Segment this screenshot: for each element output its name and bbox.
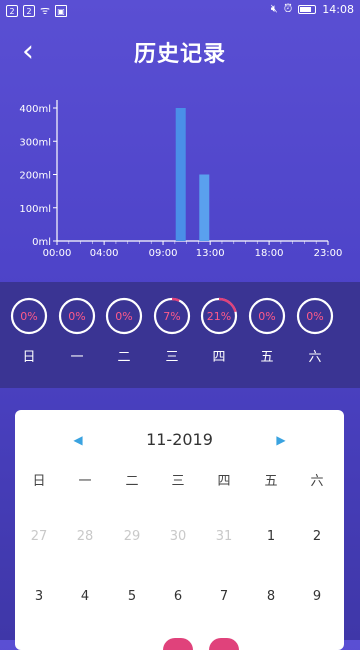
progress-percent: 7%	[163, 310, 180, 323]
weekday-progress-item[interactable]: 0% 一	[54, 296, 100, 365]
calendar-header: ◀ 11-2019 ▶	[15, 428, 344, 452]
progress-percent: 21%	[207, 310, 231, 323]
progress-ring: 0%	[105, 297, 143, 335]
weekday-label: 三	[165, 350, 179, 365]
calendar-week-row: 3456789	[15, 585, 344, 609]
x-tick-label: 23:00	[314, 248, 343, 259]
status-time: 14:08	[322, 2, 354, 16]
calendar-day[interactable]: 29	[112, 525, 152, 549]
weekday-progress-item[interactable]: 0% 五	[244, 296, 290, 365]
calendar-day[interactable]: 8	[251, 585, 291, 609]
y-tick-label: 300ml	[19, 137, 51, 148]
image-icon: ▣	[55, 4, 68, 17]
month-label: 11-2019	[146, 430, 213, 449]
progress-percent: 0%	[306, 310, 323, 323]
calendar-day[interactable]: 31	[204, 525, 244, 549]
weekday-label: 四	[212, 350, 226, 365]
weekday-label: 一	[70, 350, 84, 365]
next-month-button[interactable]: ▶	[273, 432, 289, 448]
calendar: ◀ 11-2019 ▶ 日 一 二 三 四 五 六 27 28 29 30 31 1 2 3456789	[15, 410, 344, 650]
progress-ring: 0%	[58, 297, 96, 335]
weekday-label: 二	[117, 350, 131, 365]
status-left-icons: 2 2 ᯤ ▣	[6, 3, 68, 18]
battery-icon	[298, 4, 317, 14]
weekday-label: 日	[22, 350, 36, 365]
status-right-icons: 🔇︎ ⏰︎ 14:08	[271, 2, 354, 16]
x-tick-label: 04:00	[90, 248, 119, 259]
progress-percent: 0%	[20, 310, 37, 323]
weekday-progress-item[interactable]: 7% 三	[149, 296, 195, 365]
chart-bar	[175, 108, 186, 241]
calendar-day[interactable]: 30	[158, 525, 198, 549]
calendar-weekday: 四	[217, 474, 231, 489]
alarm-icon: ⏰︎	[283, 2, 293, 15]
calendar-day[interactable]: 27	[19, 525, 59, 549]
mute-icon: 🔇︎	[270, 2, 278, 15]
calendar-day[interactable]: 3	[19, 585, 59, 609]
weekday-progress-item[interactable]: 0% 日	[6, 296, 52, 365]
calendar-weekday: 五	[264, 474, 278, 489]
calendar-weekday: 日	[32, 474, 46, 489]
wifi-icon: ᯤ	[40, 4, 51, 17]
y-tick-label: 400ml	[19, 104, 51, 115]
calendar-day[interactable]: 5	[112, 585, 152, 609]
y-tick-label: 200ml	[19, 171, 51, 182]
weekday-progress-item[interactable]: 21% 四	[196, 296, 242, 365]
progress-ring: 0%	[248, 297, 286, 335]
calendar-day[interactable]: 6	[158, 585, 198, 609]
x-tick-label: 13:00	[196, 248, 225, 259]
history-bar-chart: 0ml 100ml 200ml 300ml 400ml 00:00 04:00 09:00 13…	[19, 100, 343, 259]
weekday-row: 日一二三四五六	[15, 470, 344, 494]
calendar-day[interactable]: 2	[297, 525, 337, 549]
calendar-week-row: 27 28 29 30 31 1 2	[15, 525, 344, 549]
x-tick-label: 00:00	[43, 248, 72, 259]
calendar-day[interactable]: 4	[65, 585, 105, 609]
calendar-day[interactable]: 9	[297, 585, 337, 609]
progress-ring: 0%	[10, 297, 48, 335]
progress-percent: 0%	[258, 310, 275, 323]
weekly-progress: 0% 日 0% 一 0% 二 7% 三 21% 四 0% 五 0% 六	[0, 282, 360, 388]
progress-ring: 7%	[153, 297, 191, 335]
status-bar: 2 2 ᯤ ▣ 🔇︎ ⏰︎ 14:08	[0, 0, 360, 20]
x-tick-label: 09:00	[149, 248, 178, 259]
progress-percent: 0%	[115, 310, 132, 323]
calendar-weekday: 六	[310, 474, 324, 489]
calendar-day[interactable]: 7	[204, 585, 244, 609]
header: ‹ 历史记录	[0, 28, 360, 76]
progress-percent: 0%	[68, 310, 85, 323]
x-tick-label: 18:00	[255, 248, 284, 259]
calendar-weekday: 三	[171, 474, 185, 489]
progress-ring: 21%	[200, 297, 238, 335]
calendar-weekday: 一	[78, 474, 92, 489]
weekday-progress-item[interactable]: 0% 六	[292, 296, 338, 365]
calendar-day[interactable]: 1	[251, 525, 291, 549]
calendar-day[interactable]: 28	[65, 525, 105, 549]
y-tick-label: 0ml	[32, 237, 51, 248]
progress-ring: 0%	[296, 297, 334, 335]
sim-2-icon: 2	[23, 4, 35, 17]
page-title: 历史记录	[133, 42, 226, 67]
weekday-label: 六	[308, 350, 322, 365]
weekday-label: 五	[260, 350, 274, 365]
y-tick-label: 100ml	[19, 204, 51, 215]
chart-bar	[199, 174, 210, 241]
calendar-weekday: 二	[125, 474, 139, 489]
sim-1-icon: 2	[6, 4, 18, 17]
weekday-progress-item[interactable]: 0% 二	[101, 296, 147, 365]
